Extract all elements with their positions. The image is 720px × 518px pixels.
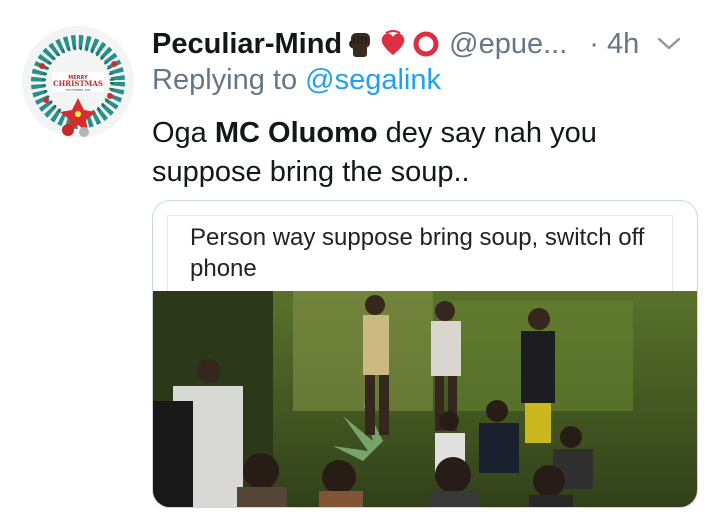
tweet-text: Oga MC Oluomo dey say nah you suppose br… (152, 114, 672, 192)
group-photo (153, 291, 697, 507)
chevron-down-icon[interactable] (657, 36, 681, 52)
tweet-header: Peculiar-Mind @epue... · 4h (152, 22, 697, 66)
tweet-text-bold: MC Oluomo (214, 117, 378, 149)
reply-to-link[interactable]: @segalink (305, 64, 441, 96)
name-emojis (345, 29, 441, 59)
circle-icon (413, 31, 439, 57)
christmas-wreath-image: MERRY CHRISTMAS SEPTEMBER BAE (22, 26, 134, 138)
reply-prefix: Replying to (152, 64, 298, 96)
heart-icon (381, 30, 405, 55)
timestamp[interactable]: · 4h (589, 28, 639, 61)
avatar-line2: CHRISTMAS (53, 79, 103, 88)
quoted-image-card[interactable]: Person way suppose bring soup, switch of… (152, 200, 698, 508)
avatar[interactable]: MERRY CHRISTMAS SEPTEMBER BAE (22, 26, 134, 138)
display-name[interactable]: Peculiar-Mind (152, 28, 342, 61)
replying-to-line: Replying to @segalink (152, 64, 441, 97)
image-caption: Person way suppose bring soup, switch of… (167, 215, 673, 293)
avatar-line3: SEPTEMBER BAE (66, 88, 91, 92)
raised-fist-icon (349, 33, 371, 57)
tweet-text-part1: Oga (152, 117, 215, 149)
handle[interactable]: @epue... (449, 28, 567, 61)
